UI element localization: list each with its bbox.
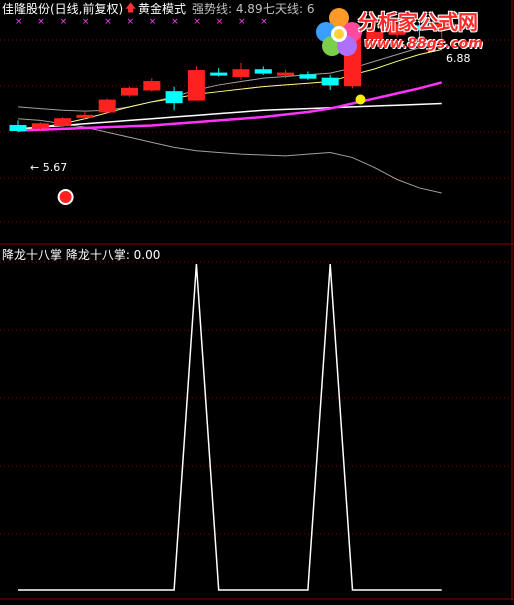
up-arrow-icon: 🡅 [125,1,137,14]
marker-x: × [104,17,112,27]
price-high-label: 6.88 [446,52,471,65]
marker-x: × [260,17,268,27]
signal-line [18,263,442,591]
candle-body [187,70,205,101]
marker-x: × [127,17,135,27]
candle-body [121,87,138,96]
candle-body [143,81,161,91]
strong-line-value: 强势线: 4.89 [192,2,263,16]
candle-body [232,69,250,77]
chart-window[interactable]: × × × × × × × × × × × × 佳隆股份(日线,前复权) 🡅 黄金模式 强势线: 4.… [0,0,514,601]
chart-title: 佳隆股份(日线,前复权) [2,2,124,16]
watermark-name: 分析家公式网 [358,10,478,34]
marker-x: × [171,17,179,27]
mode-label: 黄金模式 [138,2,187,16]
price-low-label: ← 5.67 [30,161,68,174]
candle-body [54,118,72,126]
candle-body [9,124,27,132]
marker-x: × [15,17,23,27]
candle-body [31,123,49,129]
candle-body [210,72,228,76]
marker-x: × [238,17,246,27]
candle-body [299,74,317,79]
candle-body [98,99,116,113]
ma-gray-lower-line [17,118,442,194]
marker-x: × [216,17,224,27]
signal-dot [355,94,366,105]
seven-day-line-value: 七天线: 6 [263,2,315,16]
chart-canvas[interactable]: × × × × × × × × × × × × [0,0,514,601]
marker-x: × [37,17,45,27]
marker-x: × [82,17,90,27]
marker-x: × [60,17,68,27]
candle-body [165,91,183,104]
indicator-title: 降龙十八掌 降龙十八掌: 0.00 [2,248,161,262]
candle-body [254,69,272,74]
watermark-url: www.88gs.com [364,36,483,52]
buy-marker [57,189,74,205]
flower-logo-icon [316,8,362,56]
watermark-logo: 分析家公式网 www.88gs.com [314,2,510,62]
candle-body [76,114,94,118]
marker-x: × [149,17,157,27]
candle-body [277,72,295,76]
marker-x: × [193,17,201,27]
candle-body [321,77,339,86]
